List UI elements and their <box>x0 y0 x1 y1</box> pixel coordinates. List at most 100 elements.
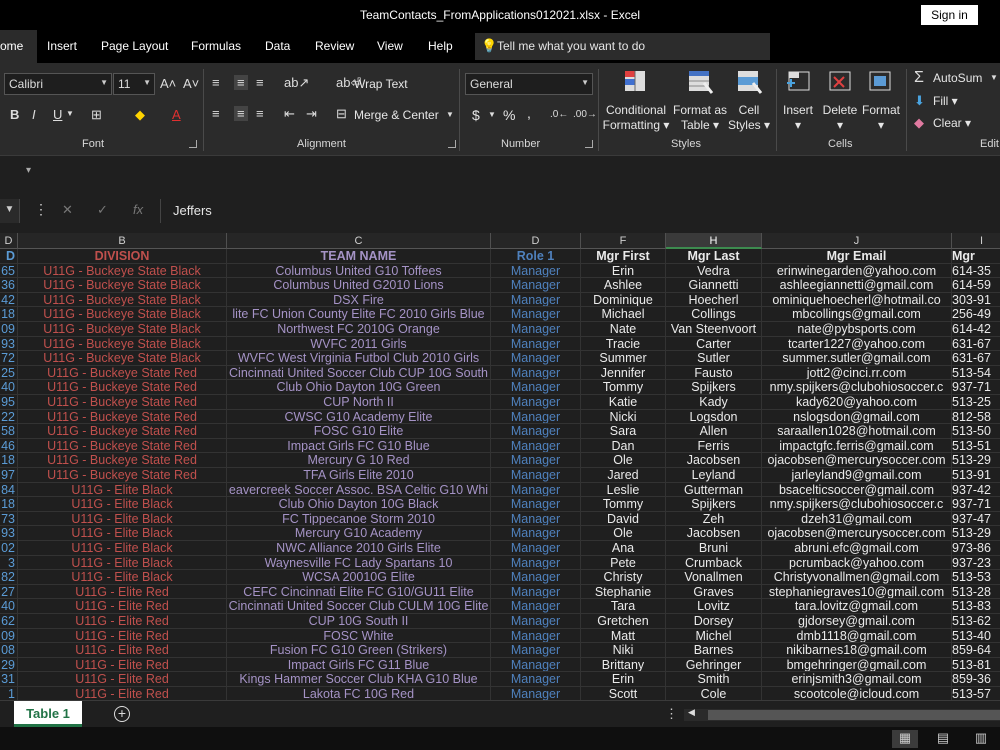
row-id-cell[interactable]: 29 <box>0 657 18 673</box>
mgr-phone-cell[interactable]: 614-35 <box>952 264 1000 279</box>
mgr-phone-cell[interactable]: 513-81 <box>952 658 1000 673</box>
mgr-first-header[interactable]: Mgr First <box>581 249 666 264</box>
role-cell[interactable]: Manager <box>491 351 581 366</box>
team-name-cell[interactable]: Northwest FC 2010G Orange <box>227 322 491 337</box>
team-name-cell[interactable]: FOSC G10 Elite <box>227 424 491 439</box>
team-name-cell[interactable]: Club Ohio Dayton 10G Black <box>227 497 491 512</box>
page-layout-view-icon[interactable]: ▤ <box>930 730 956 748</box>
division-cell[interactable]: U11G - Elite Red <box>18 643 227 658</box>
mgr-last-cell[interactable]: Dorsey <box>666 614 762 629</box>
mgr-last-cell[interactable]: Jacobsen <box>666 526 762 541</box>
division-cell[interactable]: U11G - Elite Black <box>18 541 227 556</box>
tab-formulas[interactable]: Formulas <box>191 39 241 53</box>
autosum-button[interactable]: AutoSum <box>933 71 982 85</box>
mgr-first-cell[interactable]: Nate <box>581 322 666 337</box>
division-cell[interactable]: U11G - Elite Red <box>18 599 227 614</box>
mgr-phone-cell[interactable]: 513-28 <box>952 585 1000 600</box>
role-cell[interactable]: Manager <box>491 599 581 614</box>
row-id-cell[interactable]: 40 <box>0 599 18 614</box>
role-cell[interactable]: Manager <box>491 643 581 658</box>
team-name-cell[interactable]: Waynesville FC Lady Spartans 10 <box>227 555 491 571</box>
mgr-email-cell[interactable]: ojacobsen@mercurysoccer.com <box>762 453 952 468</box>
role-cell[interactable]: Manager <box>491 307 581 322</box>
italic-icon[interactable]: I <box>32 107 36 122</box>
scrollbar-thumb[interactable] <box>708 710 1000 720</box>
name-box-dropdown[interactable]: ▼ <box>0 199 20 223</box>
row-id-cell[interactable]: 25 <box>0 365 18 381</box>
mgr-phone-cell[interactable]: 614-42 <box>952 322 1000 337</box>
mgr-last-cell[interactable]: Spijkers <box>666 497 762 512</box>
team-name-cell[interactable]: Mercury G10 Academy <box>227 526 491 541</box>
division-cell[interactable]: U11G - Buckeye State Black <box>18 307 227 322</box>
role-cell[interactable]: Manager <box>491 672 581 687</box>
mgr-phone-cell[interactable]: 812-58 <box>952 410 1000 425</box>
fill-color-icon[interactable]: ◆ <box>135 107 145 123</box>
team-name-cell[interactable]: TFA Girls Elite 2010 <box>227 468 491 483</box>
scroll-left-icon[interactable]: ◀ <box>688 707 695 718</box>
division-cell[interactable]: U11G - Buckeye State Black <box>18 351 227 366</box>
team-name-cell[interactable]: Columbus United G10 Toffees <box>227 263 491 279</box>
tab-home[interactable]: ome <box>0 30 38 63</box>
mgr-last-cell[interactable]: Lovitz <box>666 599 762 614</box>
merge-center-button[interactable]: Merge & Center <box>354 108 439 122</box>
division-cell[interactable]: U11G - Elite Black <box>18 555 227 571</box>
mgr-last-cell[interactable]: Cole <box>666 687 762 700</box>
decrease-font-icon[interactable]: A˅ <box>183 76 199 91</box>
increase-font-icon[interactable]: A˄ <box>160 76 176 91</box>
mgr-first-cell[interactable]: Dan <box>581 438 666 454</box>
row-id-cell[interactable]: 40 <box>0 380 18 395</box>
team-name-cell[interactable]: CUP 10G South II <box>227 614 491 629</box>
mgr-first-cell[interactable]: Tara <box>581 599 666 614</box>
column-header-selected[interactable]: H <box>666 233 762 249</box>
team-name-cell[interactable]: WVFC West Virginia Futbol Club 2010 Girl… <box>227 351 491 366</box>
mgr-first-cell[interactable]: Jared <box>581 468 666 483</box>
division-cell[interactable]: U11G - Elite Red <box>18 672 227 687</box>
decrease-indent-icon[interactable]: ⇤ <box>284 106 295 122</box>
role-cell[interactable]: Manager <box>491 409 581 425</box>
mgr-last-cell[interactable]: Graves <box>666 584 762 600</box>
mgr-first-cell[interactable]: Scott <box>581 687 666 700</box>
division-cell[interactable]: U11G - Elite Red <box>18 657 227 673</box>
insert-button[interactable]: Insert ▾ <box>780 103 816 133</box>
mgr-email-cell[interactable]: Christyvonallmen@gmail.com <box>762 570 952 585</box>
role-cell[interactable]: Manager <box>491 395 581 410</box>
chevron-down-icon[interactable]: ▼ <box>990 73 998 82</box>
mgr-phone-cell[interactable]: 937-42 <box>952 483 1000 498</box>
mgr-first-cell[interactable]: Jennifer <box>581 365 666 381</box>
mgr-first-cell[interactable]: Michael <box>581 307 666 322</box>
mgr-email-cell[interactable]: mbcollings@gmail.com <box>762 307 952 322</box>
row-id-cell[interactable]: 31 <box>0 672 18 687</box>
horizontal-scrollbar[interactable]: ◀ <box>684 707 1000 721</box>
mgr-last-cell[interactable]: Kady <box>666 395 762 410</box>
division-cell[interactable]: U11G - Buckeye State Red <box>18 424 227 439</box>
mgr-phone-cell[interactable]: 513-25 <box>952 395 1000 410</box>
team-name-cell[interactable]: Mercury G 10 Red <box>227 453 491 468</box>
role-cell[interactable]: Manager <box>491 541 581 556</box>
mgr-email-cell[interactable]: stephaniegraves10@gmail.com <box>762 584 952 600</box>
team-name-cell[interactable]: CUP North II <box>227 395 491 410</box>
orientation-icon[interactable]: ab↗ <box>284 75 309 91</box>
mgr-email-cell[interactable]: ominiquehoecherl@hotmail.co <box>762 292 952 308</box>
cancel-icon[interactable]: ✕ <box>62 202 73 218</box>
mgr-first-cell[interactable]: Brittany <box>581 657 666 673</box>
mgr-phone-cell[interactable]: 859-64 <box>952 643 1000 658</box>
mgr-email-header[interactable]: Mgr Email <box>762 249 952 264</box>
align-right-icon[interactable]: ≡ <box>256 106 264 121</box>
mgr-last-cell[interactable]: Allen <box>666 424 762 439</box>
mgr-email-cell[interactable]: dmb1118@gmail.com <box>762 628 952 644</box>
mgr-last-cell[interactable]: Sutler <box>666 351 762 366</box>
role-cell[interactable]: Manager <box>491 687 581 700</box>
team-name-cell[interactable]: Lakota FC 10G Red <box>227 687 491 700</box>
align-top-icon[interactable]: ≡ <box>212 75 220 90</box>
mgr-phone-cell[interactable]: 513-53 <box>952 570 1000 585</box>
mgr-first-cell[interactable]: Ole <box>581 526 666 541</box>
font-size-dropdown[interactable]: 11 ▼ <box>113 73 155 95</box>
role-cell[interactable]: Manager <box>491 628 581 644</box>
mgr-phone-cell[interactable]: 937-71 <box>952 497 1000 512</box>
mgr-last-cell[interactable]: Carter <box>666 336 762 352</box>
role-cell[interactable]: Manager <box>491 438 581 454</box>
clear-button[interactable]: Clear ▾ <box>933 116 971 130</box>
mgr-phone-cell[interactable]: 631-67 <box>952 337 1000 352</box>
mgr-first-cell[interactable]: Pete <box>581 555 666 571</box>
role-cell[interactable]: Manager <box>491 292 581 308</box>
